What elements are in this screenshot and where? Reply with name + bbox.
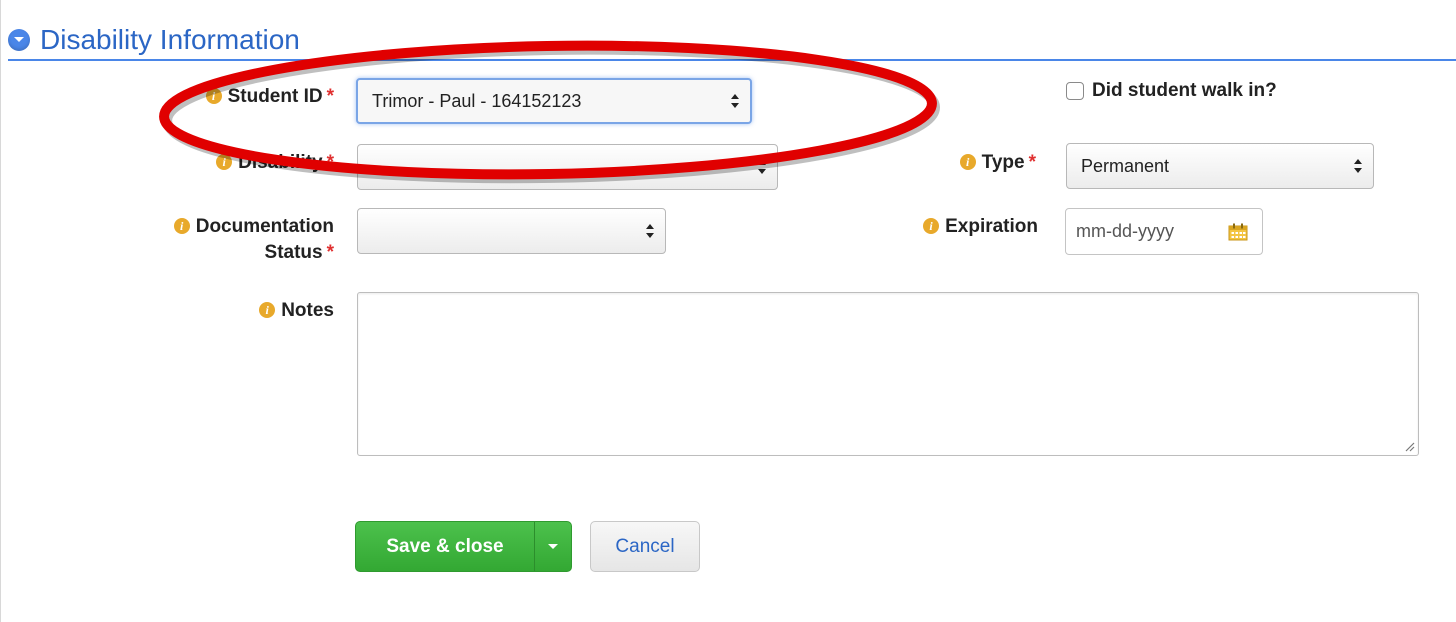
walk-in-label: Did student walk in?	[1092, 80, 1277, 101]
expiration-date-input[interactable]: mm-dd-yyyy	[1065, 208, 1263, 255]
documentation-status-select[interactable]	[357, 208, 666, 254]
documentation-label-line2: Status	[264, 242, 323, 263]
section-title: Disability Information	[40, 24, 300, 55]
info-icon[interactable]: i	[205, 88, 222, 104]
expiration-placeholder: mm-dd-yyyy	[1076, 221, 1174, 241]
info-icon[interactable]: i	[959, 154, 976, 170]
notes-label-text: Notes	[281, 300, 334, 321]
type-label: i Type *	[959, 150, 1036, 176]
disability-select[interactable]	[357, 144, 778, 190]
type-select[interactable]: Permanent	[1066, 143, 1374, 189]
save-options-dropdown-button[interactable]	[534, 522, 571, 571]
save-close-button[interactable]: Save & close	[356, 522, 534, 571]
disability-label: i Disability *	[216, 150, 334, 176]
documentation-status-label: i Documentation Status *	[173, 214, 334, 266]
required-mark: *	[326, 152, 334, 173]
notes-textarea[interactable]	[357, 292, 1419, 456]
disability-label-text: Disability	[238, 152, 323, 173]
student-id-label-text: Student ID	[227, 86, 323, 107]
student-id-select[interactable]: Trimor - Paul - 164152123	[356, 78, 752, 124]
info-icon[interactable]: i	[923, 218, 940, 234]
walk-in-checkbox[interactable]	[1066, 82, 1084, 100]
updown-arrows-icon	[731, 94, 739, 108]
cancel-button[interactable]: Cancel	[590, 521, 700, 572]
type-value: Permanent	[1081, 155, 1170, 176]
expiration-label-text: Expiration	[945, 216, 1038, 237]
required-mark: *	[1028, 152, 1036, 173]
resize-grip-icon[interactable]	[1403, 440, 1415, 452]
student-id-value: Trimor - Paul - 164152123	[372, 90, 582, 111]
required-mark: *	[326, 242, 334, 263]
updown-arrows-icon	[1354, 159, 1362, 173]
info-icon[interactable]: i	[259, 302, 276, 318]
required-mark: *	[326, 86, 334, 107]
chevron-down-icon[interactable]	[8, 29, 30, 51]
type-label-text: Type	[981, 152, 1025, 173]
student-id-label: i Student ID *	[205, 84, 334, 110]
info-icon[interactable]: i	[173, 218, 190, 234]
notes-label: i Notes	[259, 298, 334, 324]
calendar-icon[interactable]	[1228, 223, 1248, 241]
updown-arrows-icon	[758, 160, 766, 174]
caret-down-icon	[548, 544, 558, 549]
updown-arrows-icon	[646, 224, 654, 238]
section-divider	[8, 59, 1456, 61]
expiration-label: i Expiration	[923, 214, 1038, 240]
panel-left-border	[0, 0, 1, 622]
save-close-button-group[interactable]: Save & close	[355, 521, 572, 572]
documentation-label-line1: Documentation	[195, 216, 334, 237]
section-header[interactable]: Disability Information	[8, 22, 300, 58]
info-icon[interactable]: i	[216, 154, 233, 170]
